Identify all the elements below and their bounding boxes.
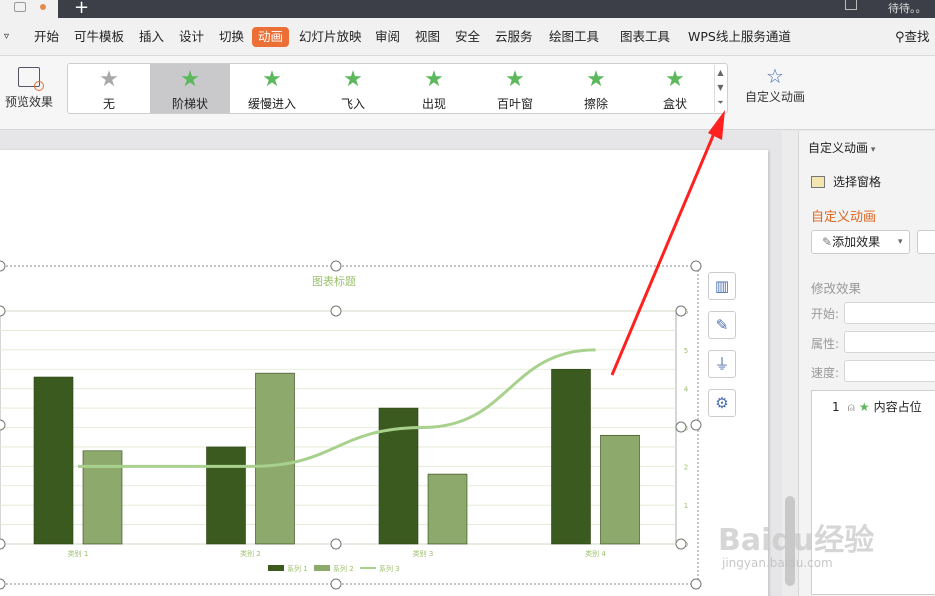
annotation-arrow [610, 110, 725, 376]
arrow-shaft [610, 123, 720, 376]
arrow-head [708, 110, 725, 140]
